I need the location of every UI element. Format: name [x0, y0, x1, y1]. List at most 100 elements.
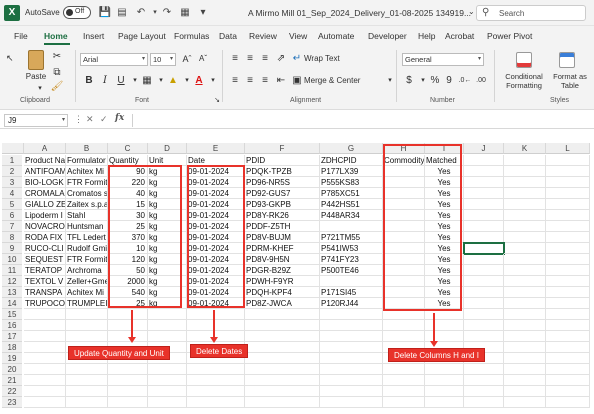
cell-j6[interactable] [464, 210, 504, 221]
formula-input[interactable] [132, 114, 592, 127]
merge-center-button[interactable]: Merge & Center [304, 76, 360, 85]
column-header-g[interactable]: G [320, 143, 383, 154]
cell-i22[interactable] [425, 386, 464, 397]
cell-l13[interactable] [546, 287, 590, 298]
cell-l7[interactable] [546, 221, 590, 232]
cell-k20[interactable] [504, 364, 546, 375]
cell-j15[interactable] [464, 309, 504, 320]
cell-a14[interactable]: TRUPOCO [24, 298, 66, 309]
decrease-font-size-icon[interactable]: Aˇ [196, 52, 210, 66]
tab-view[interactable]: View [289, 31, 307, 41]
cell-j1[interactable] [464, 155, 504, 166]
row-header[interactable]: 14 [2, 298, 22, 309]
cell-k14[interactable] [504, 298, 546, 309]
cell-b20[interactable] [66, 364, 108, 375]
tab-power-pivot[interactable]: Power Pivot [487, 31, 532, 41]
decrease-indent-icon[interactable]: ⇤ [274, 74, 288, 88]
fill-color-icon[interactable]: ▲ [166, 74, 180, 88]
row-header[interactable]: 23 [2, 397, 22, 408]
bold-button[interactable]: B [82, 74, 96, 88]
cell-d15[interactable] [148, 309, 187, 320]
cell-d17[interactable] [148, 331, 187, 342]
cell-j7[interactable] [464, 221, 504, 232]
cell-j8[interactable] [464, 232, 504, 243]
cell-a23[interactable] [24, 397, 66, 408]
cell-b23[interactable] [66, 397, 108, 408]
cell-b21[interactable] [66, 375, 108, 386]
cell-j16[interactable] [464, 320, 504, 331]
cell-l3[interactable] [546, 177, 590, 188]
conditional-formatting-button[interactable]: Conditional Formatting [500, 72, 548, 90]
row-header[interactable]: 13 [2, 287, 22, 298]
title-dropdown-icon[interactable]: ⌄ [468, 7, 475, 16]
cell-k6[interactable] [504, 210, 546, 221]
cell-f23[interactable] [245, 397, 320, 408]
row-header[interactable]: 19 [2, 353, 22, 364]
customize-quick-access-icon[interactable]: ▾ [196, 6, 210, 20]
format-as-table-icon[interactable] [559, 52, 575, 68]
cell-l16[interactable] [546, 320, 590, 331]
cell-f14[interactable]: PD8Z-JWCA [245, 298, 320, 309]
cell-f10[interactable]: PD8V-9H5N [245, 254, 320, 265]
cell-b15[interactable] [66, 309, 108, 320]
cell-l5[interactable] [546, 199, 590, 210]
cell-k17[interactable] [504, 331, 546, 342]
cell-a4[interactable]: CROMALA [24, 188, 66, 199]
cell-l19[interactable] [546, 353, 590, 364]
cell-j17[interactable] [464, 331, 504, 342]
cell-a19[interactable] [24, 353, 66, 364]
cell-a3[interactable]: BIO-LOGK [24, 177, 66, 188]
cell-l8[interactable] [546, 232, 590, 243]
cell-f6[interactable]: PD8Y-RK26 [245, 210, 320, 221]
cell-f1[interactable]: PDID [245, 155, 320, 166]
cell-e20[interactable] [187, 364, 245, 375]
cell-e21[interactable] [187, 375, 245, 386]
cell-a1[interactable]: Product Na [24, 155, 66, 166]
cell-b1[interactable]: Formulator [66, 155, 108, 166]
cell-g22[interactable] [320, 386, 383, 397]
underline-button[interactable]: U [114, 74, 128, 88]
cell-g13[interactable]: P171SI45 [320, 287, 383, 298]
cell-k19[interactable] [504, 353, 546, 364]
cell-g9[interactable]: P541IW53 [320, 243, 383, 254]
tab-developer[interactable]: Developer [368, 31, 407, 41]
cell-g19[interactable] [320, 353, 383, 364]
cell-l9[interactable] [546, 243, 590, 254]
row-header[interactable]: 11 [2, 265, 22, 276]
cell-g12[interactable] [320, 276, 383, 287]
cell-h21[interactable] [383, 375, 425, 386]
cell-c23[interactable] [108, 397, 148, 408]
paste-button[interactable]: Paste [22, 72, 50, 81]
cell-f4[interactable]: PD92-GUS7 [245, 188, 320, 199]
cell-a22[interactable] [24, 386, 66, 397]
cell-g6[interactable]: P448AR34 [320, 210, 383, 221]
cell-b3[interactable]: FTR Formit [66, 177, 108, 188]
cell-a17[interactable] [24, 331, 66, 342]
paste-icon[interactable] [28, 50, 44, 70]
tab-automate[interactable]: Automate [318, 31, 354, 41]
italic-button[interactable]: I [98, 74, 112, 88]
decrease-decimal-icon[interactable]: .00 [474, 74, 488, 88]
cell-k15[interactable] [504, 309, 546, 320]
cell-f2[interactable]: PDQK-TPZB [245, 166, 320, 177]
row-header[interactable]: 7 [2, 221, 22, 232]
cell-k13[interactable] [504, 287, 546, 298]
cell-f18[interactable] [245, 342, 320, 353]
cell-k21[interactable] [504, 375, 546, 386]
cell-j20[interactable] [464, 364, 504, 375]
wrap-text-icon[interactable]: ↵ [290, 52, 304, 66]
cell-a11[interactable]: TERATOP [24, 265, 66, 276]
cell-g20[interactable] [320, 364, 383, 375]
cell-f20[interactable] [245, 364, 320, 375]
cell-i21[interactable] [425, 375, 464, 386]
cell-g18[interactable] [320, 342, 383, 353]
cell-a5[interactable]: GIALLO ZE [24, 199, 66, 210]
cell-i16[interactable] [425, 320, 464, 331]
font-color-icon[interactable]: A [192, 74, 206, 88]
cell-k22[interactable] [504, 386, 546, 397]
cell-b16[interactable] [66, 320, 108, 331]
cell-l14[interactable] [546, 298, 590, 309]
cell-k9[interactable] [504, 243, 546, 254]
column-header-k[interactable]: K [504, 143, 546, 154]
cell-j23[interactable] [464, 397, 504, 408]
